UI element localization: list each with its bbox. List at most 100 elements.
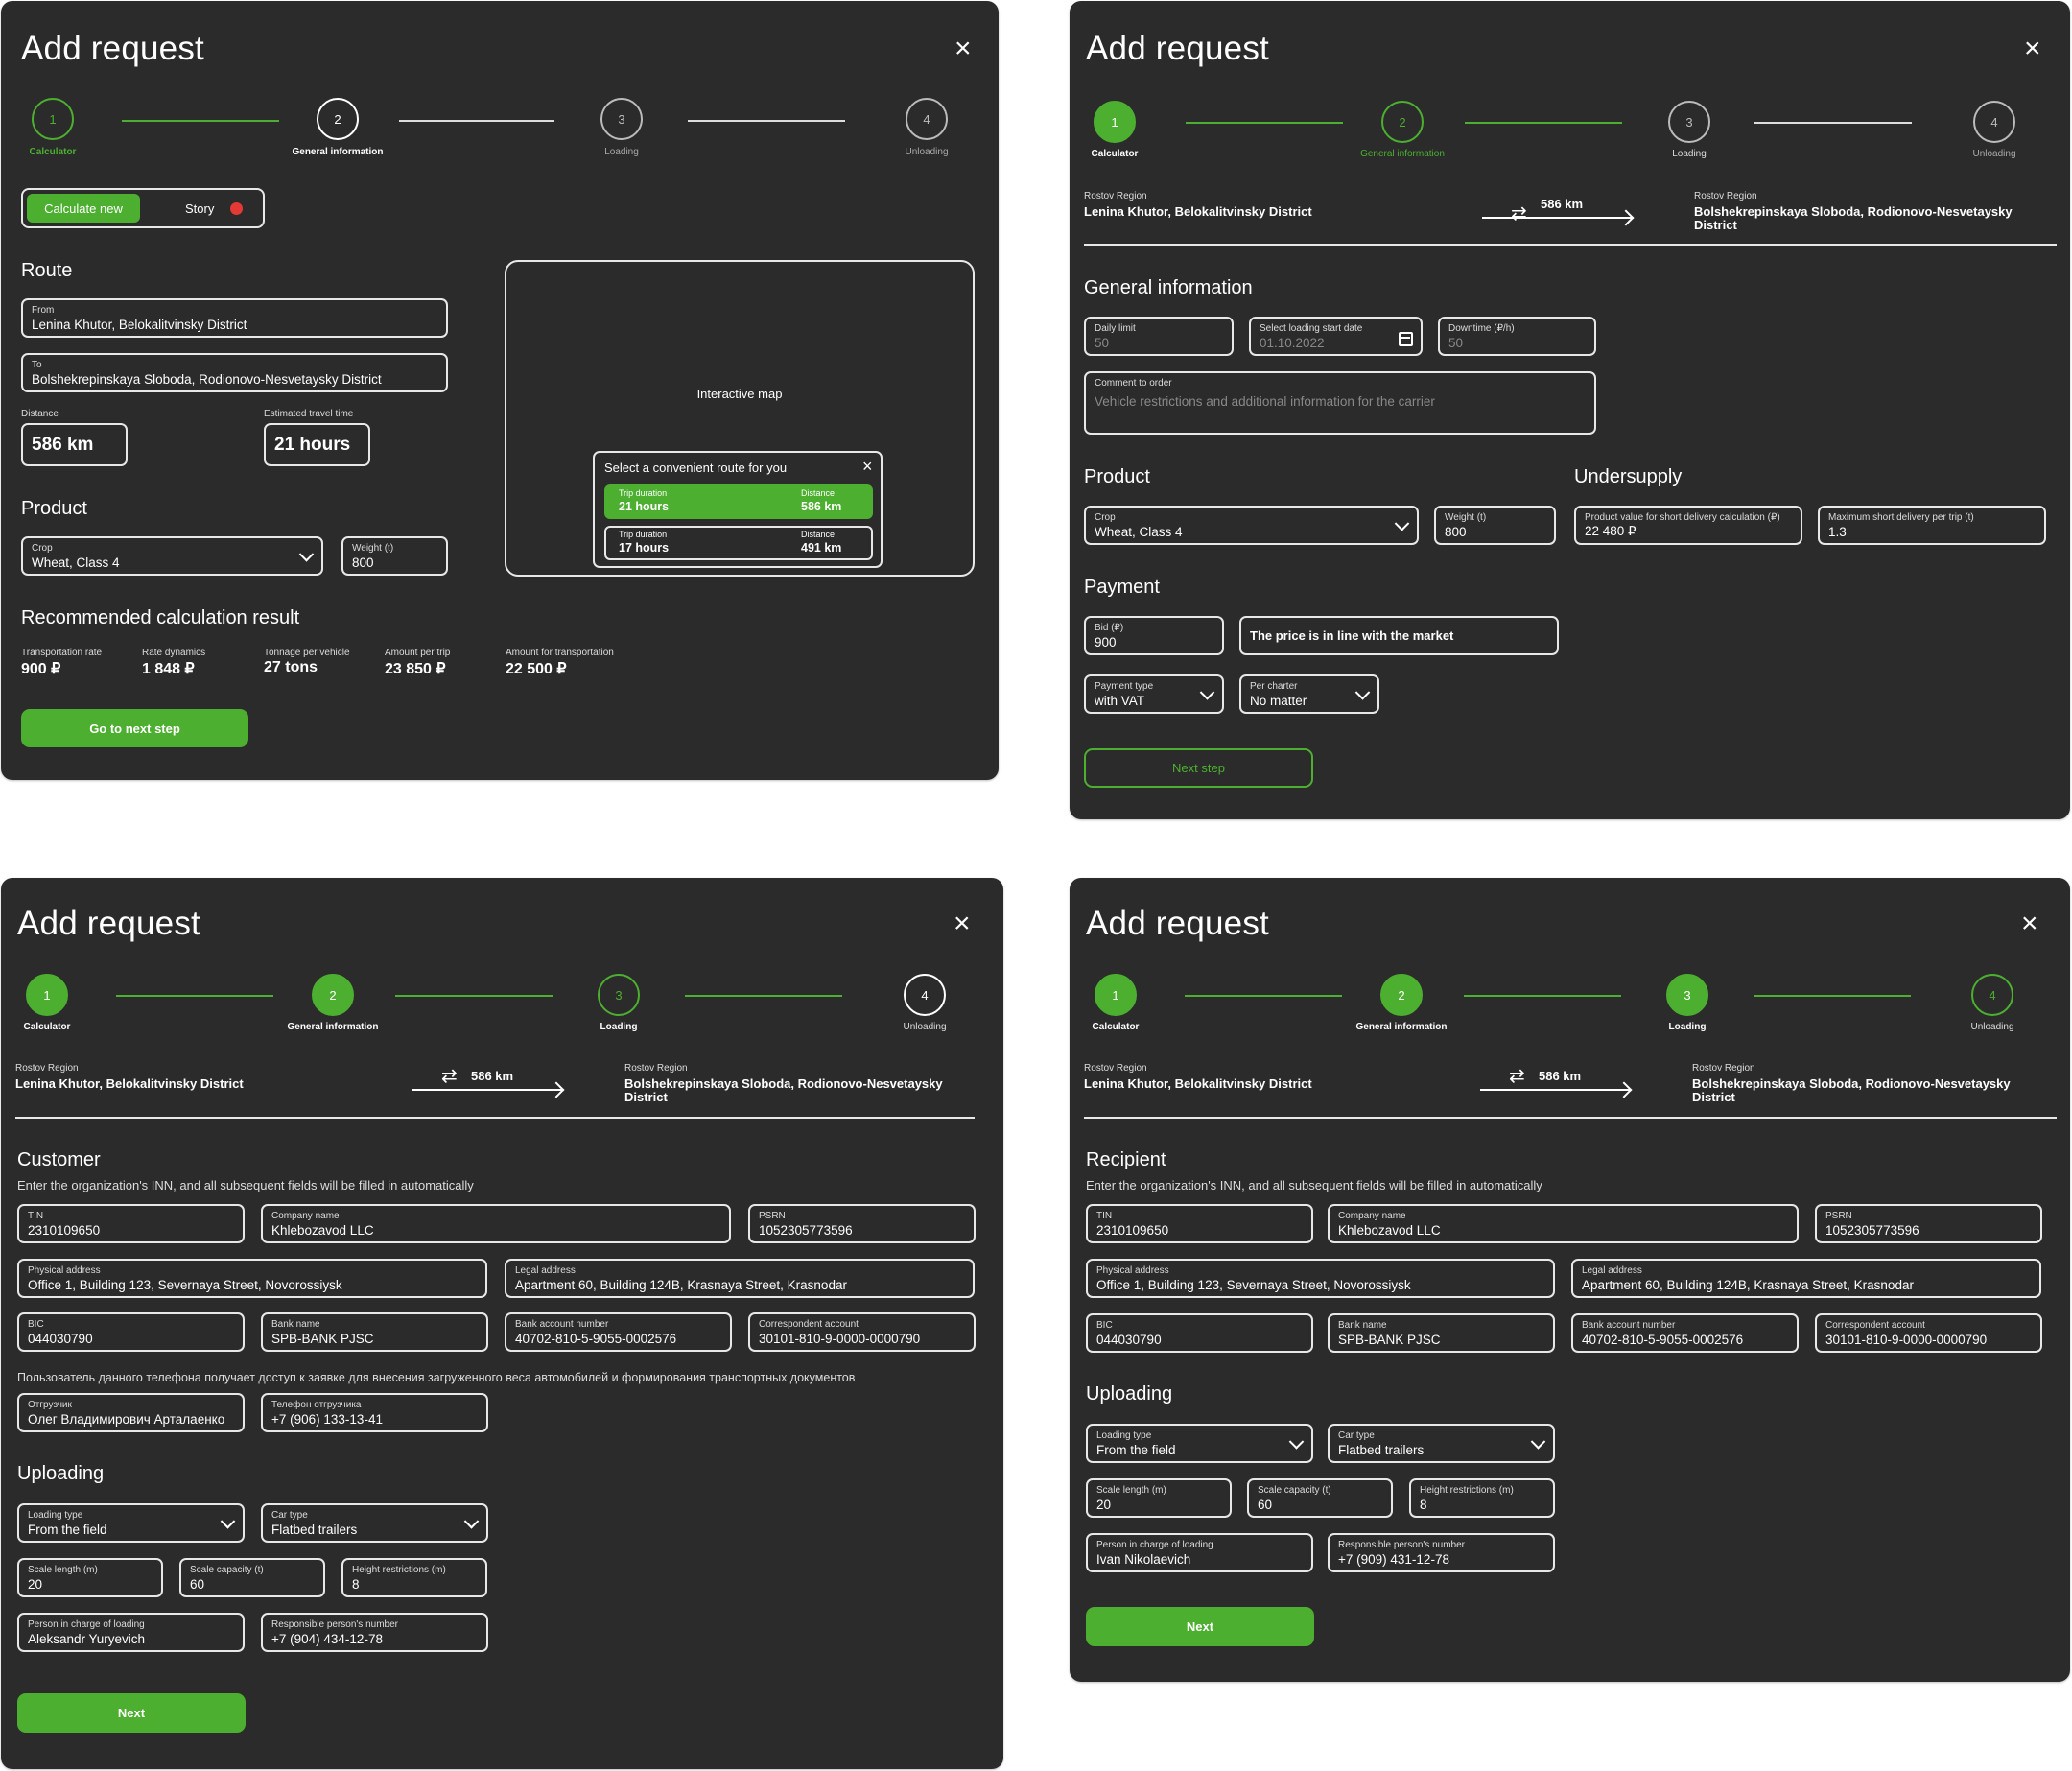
step-1-label: Calculator — [1092, 1022, 1140, 1032]
height-restrictions-field[interactable]: Height restrictions (m) 8 — [1409, 1478, 1555, 1518]
product-value-field[interactable]: Product value for short delivery calcula… — [1574, 506, 1802, 545]
close-icon[interactable]: × — [2021, 909, 2038, 938]
bank-name-field[interactable]: Bank name SPB-BANK PJSC — [1328, 1313, 1555, 1353]
step-3-circle[interactable]: 3 — [1666, 974, 1708, 1016]
step-3-circle[interactable]: 3 — [1668, 101, 1710, 143]
physical-address-field[interactable]: Physical address Office 1, Building 123,… — [1086, 1259, 1555, 1298]
scale-capacity-field[interactable]: Scale capacity (t) 60 — [179, 1558, 325, 1597]
downtime-label: Downtime (₽/h) — [1448, 323, 1515, 334]
step-2-circle[interactable]: 2 — [1381, 101, 1424, 143]
swap-icon[interactable]: ⇄ — [1511, 204, 1527, 224]
loading-date-field[interactable]: Select loading start date 01.10.2022 — [1249, 317, 1423, 356]
physical-address-value: Office 1, Building 123, Severnaya Street… — [1096, 1278, 1411, 1292]
bank-account-field[interactable]: Bank account number 40702-810-5-9055-000… — [1571, 1313, 1799, 1353]
per-charter-select[interactable]: Per charter No matter — [1239, 674, 1379, 714]
scale-length-field[interactable]: Scale length (m) 20 — [1086, 1478, 1232, 1518]
legal-address-value: Apartment 60, Building 124B, Krasnaya St… — [515, 1278, 847, 1292]
responsible-phone-field[interactable]: Responsible person's number +7 (909) 431… — [1328, 1533, 1555, 1572]
legal-address-field[interactable]: Legal address Apartment 60, Building 124… — [1571, 1259, 2041, 1298]
legal-address-field[interactable]: Legal address Apartment 60, Building 124… — [505, 1259, 975, 1298]
close-icon[interactable]: × — [954, 35, 972, 63]
loading-type-select[interactable]: Loading type From the field — [1086, 1424, 1313, 1463]
comment-field[interactable]: Comment to order Vehicle restrictions an… — [1084, 371, 1596, 435]
psrn-field[interactable]: PSRN 1052305773596 — [1815, 1204, 2042, 1243]
close-icon[interactable]: × — [2024, 35, 2041, 63]
tin-field[interactable]: TIN 2310109650 — [17, 1204, 245, 1243]
weight-field[interactable]: Weight (t) 800 — [341, 536, 448, 576]
weight-field[interactable]: Weight (t) 800 — [1434, 506, 1556, 545]
scale-length-field[interactable]: Scale length (m) 20 — [17, 1558, 163, 1597]
step-1-label: Calculator — [23, 1022, 71, 1032]
step-2-label: General information — [292, 147, 384, 157]
tab-calculate-new[interactable]: Calculate new — [27, 194, 140, 223]
step-4-circle[interactable]: 4 — [1973, 101, 2015, 143]
shipper-phone-field[interactable]: Телефон отгрузчика +7 (906) 133-13-41 — [261, 1393, 488, 1432]
route-option-1[interactable]: Trip duration 21 hours Distance 586 km — [604, 484, 873, 519]
downtime-field[interactable]: Downtime (₽/h) 50 — [1438, 317, 1596, 356]
close-icon[interactable]: × — [954, 909, 971, 938]
max-short-delivery-field[interactable]: Maximum short delivery per trip (t) 1.3 — [1818, 506, 2046, 545]
interactive-map[interactable]: Interactive map Select a convenient rout… — [505, 260, 975, 577]
psrn-field[interactable]: PSRN 1052305773596 — [748, 1204, 976, 1243]
person-in-charge-field[interactable]: Person in charge of loading Ivan Nikolae… — [1086, 1533, 1313, 1572]
uploading-heading: Uploading — [17, 1463, 105, 1484]
swap-icon[interactable]: ⇄ — [441, 1067, 458, 1086]
car-type-select[interactable]: Car type Flatbed trailers — [261, 1503, 488, 1543]
daily-limit-label: Daily limit — [1095, 323, 1136, 334]
tab-story[interactable]: Story — [185, 201, 214, 216]
to-field[interactable]: To Bolshekrepinskaya Sloboda, Rodionovo-… — [21, 353, 448, 392]
bank-account-field[interactable]: Bank account number 40702-810-5-9055-000… — [505, 1312, 732, 1352]
from-place: Lenina Khutor, Belokalitvinsky District — [1084, 204, 1312, 219]
correspondent-account-field[interactable]: Correspondent account 30101-810-9-0000-0… — [748, 1312, 976, 1352]
step-2-circle[interactable]: 2 — [317, 98, 359, 140]
loading-type-select[interactable]: Loading type From the field — [17, 1503, 245, 1543]
next-button[interactable]: Next — [1086, 1607, 1314, 1646]
step-1-circle[interactable]: 1 — [26, 974, 68, 1016]
calendar-icon[interactable] — [1399, 332, 1413, 346]
correspondent-account-field[interactable]: Correspondent account 30101-810-9-0000-0… — [1815, 1313, 2042, 1353]
next-step-button[interactable]: Next step — [1084, 748, 1313, 788]
physical-address-field[interactable]: Physical address Office 1, Building 123,… — [17, 1259, 487, 1298]
bank-name-field[interactable]: Bank name SPB-BANK PJSC — [261, 1312, 488, 1352]
step-4-circle[interactable]: 4 — [906, 98, 948, 140]
step-3-circle[interactable]: 3 — [600, 98, 643, 140]
bank-name-value: SPB-BANK PJSC — [271, 1332, 374, 1346]
car-type-select[interactable]: Car type Flatbed trailers — [1328, 1424, 1555, 1463]
step-2-circle[interactable]: 2 — [1380, 974, 1423, 1016]
scale-length-label: Scale length (m) — [1096, 1485, 1166, 1496]
payment-type-select[interactable]: Payment type with VAT — [1084, 674, 1224, 714]
step-2-circle[interactable]: 2 — [312, 974, 354, 1016]
shipper-field[interactable]: Отгрузчик Олег Владимирович Арталаенко — [17, 1393, 245, 1432]
step-1-circle[interactable]: 1 — [1095, 974, 1137, 1016]
responsible-phone-value: +7 (909) 431-12-78 — [1338, 1552, 1449, 1567]
from-field[interactable]: From Lenina Khutor, Belokalitvinsky Dist… — [21, 298, 448, 338]
height-restrictions-field[interactable]: Height restrictions (m) 8 — [341, 1558, 487, 1597]
swap-icon[interactable]: ⇄ — [1509, 1067, 1525, 1086]
crop-select[interactable]: Crop Wheat, Class 4 — [1084, 506, 1419, 545]
person-in-charge-field[interactable]: Person in charge of loading Aleksandr Yu… — [17, 1613, 245, 1652]
bic-field[interactable]: BIC 044030790 — [17, 1312, 245, 1352]
bic-field[interactable]: BIC 044030790 — [1086, 1313, 1313, 1353]
company-name-field[interactable]: Company name Khlebozavod LLC — [261, 1204, 731, 1243]
tin-field[interactable]: TIN 2310109650 — [1086, 1204, 1313, 1243]
notification-badge — [230, 202, 243, 215]
from-place: Lenina Khutor, Belokalitvinsky District — [15, 1076, 244, 1091]
to-place-line1: Bolshekrepinskaya Sloboda, Rodionovo-Nes… — [1694, 204, 2013, 219]
step-1-circle[interactable]: 1 — [1094, 101, 1136, 143]
bid-field[interactable]: Bid (₽) 900 — [1084, 616, 1224, 655]
daily-limit-field[interactable]: Daily limit 50 — [1084, 317, 1234, 356]
step-4-circle[interactable]: 4 — [904, 974, 946, 1016]
responsible-phone-field[interactable]: Responsible person's number +7 (904) 434… — [261, 1613, 488, 1652]
route-option-2[interactable]: Trip duration 17 hours Distance 491 km — [604, 526, 873, 560]
step-3-circle[interactable]: 3 — [598, 974, 640, 1016]
step-1-circle[interactable]: 1 — [32, 98, 74, 140]
scale-capacity-field[interactable]: Scale capacity (t) 60 — [1247, 1478, 1393, 1518]
step-4-circle[interactable]: 4 — [1971, 974, 2013, 1016]
close-icon[interactable]: × — [862, 457, 873, 477]
customer-heading: Customer — [17, 1149, 101, 1170]
scale-capacity-value: 60 — [190, 1577, 205, 1592]
company-name-field[interactable]: Company name Khlebozavod LLC — [1328, 1204, 1799, 1243]
crop-select[interactable]: Crop Wheat, Class 4 — [21, 536, 323, 576]
go-to-next-step-button[interactable]: Go to next step — [21, 709, 248, 747]
next-button[interactable]: Next — [17, 1693, 246, 1733]
